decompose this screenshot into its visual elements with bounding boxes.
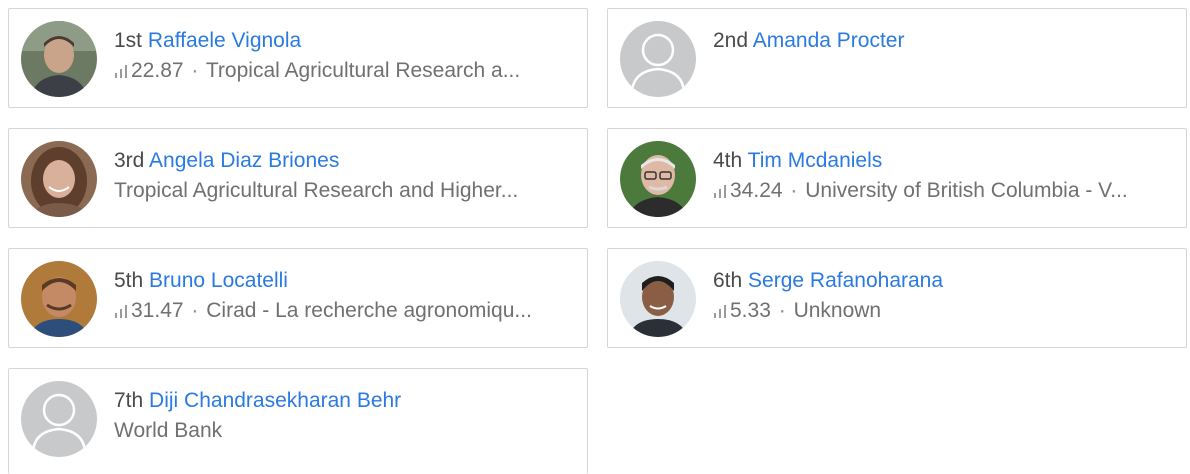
meta-line: 34.24 · University of British Columbia -… [713, 177, 1176, 205]
person-name-link[interactable]: Tim Mcdaniels [748, 149, 883, 172]
meta-line: Tropical Agricultural Research and Highe… [114, 177, 577, 205]
person-card: 3rd Angela Diaz Briones Tropical Agricul… [8, 128, 588, 228]
affiliation-text: Unknown [793, 299, 882, 322]
photo-avatar-icon[interactable] [21, 21, 97, 97]
photo-avatar-icon[interactable] [620, 261, 696, 337]
bar-chart-icon [114, 64, 128, 78]
bar-chart-icon [713, 304, 727, 318]
person-info: 7th Diji Chandrasekharan Behr World Bank [114, 387, 577, 445]
affiliation-text: University of British Columbia - V... [805, 179, 1128, 202]
person-card: 5th Bruno Locatelli 31.47 · Cirad - La r… [8, 248, 588, 348]
person-name-link[interactable]: Bruno Locatelli [149, 269, 288, 292]
photo-avatar-icon[interactable] [620, 141, 696, 217]
person-name-link[interactable]: Amanda Procter [753, 29, 905, 52]
separator: · [790, 179, 798, 202]
person-info: 3rd Angela Diaz Briones Tropical Agricul… [114, 147, 577, 205]
person-card: 7th Diji Chandrasekharan Behr World Bank [8, 368, 588, 474]
rank-label: 2nd [713, 29, 749, 52]
person-card: 1st Raffaele Vignola 22.87 · Tropical Ag… [8, 8, 588, 108]
meta-line: 22.87 · Tropical Agricultural Research a… [114, 57, 577, 85]
separator: · [191, 299, 199, 322]
default-avatar-icon[interactable] [21, 381, 97, 457]
person-card: 4th Tim Mcdaniels 34.24 · University of … [607, 128, 1187, 228]
person-name-link[interactable]: Diji Chandrasekharan Behr [149, 389, 401, 412]
rank-label: 4th [713, 149, 743, 172]
coauthor-grid: 1st Raffaele Vignola 22.87 · Tropical Ag… [8, 8, 1190, 474]
person-name-link[interactable]: Angela Diaz Briones [149, 149, 339, 172]
title-line: 7th Diji Chandrasekharan Behr [114, 387, 577, 415]
person-name-link[interactable]: Raffaele Vignola [148, 29, 301, 52]
photo-avatar-icon[interactable] [21, 141, 97, 217]
bar-chart-icon [713, 184, 727, 198]
affiliation-text: Cirad - La recherche agronomiqu... [206, 299, 532, 322]
title-line: 5th Bruno Locatelli [114, 267, 577, 295]
title-line: 4th Tim Mcdaniels [713, 147, 1176, 175]
person-info: 5th Bruno Locatelli 31.47 · Cirad - La r… [114, 267, 577, 325]
person-info: 2nd Amanda Procter [713, 27, 1176, 55]
separator: · [191, 59, 199, 82]
person-info: 6th Serge Rafanoharana 5.33 · Unknown [713, 267, 1176, 325]
title-line: 2nd Amanda Procter [713, 27, 1176, 55]
score-value: 5.33 [730, 299, 771, 322]
person-card: 2nd Amanda Procter [607, 8, 1187, 108]
person-info: 1st Raffaele Vignola 22.87 · Tropical Ag… [114, 27, 577, 85]
photo-avatar-icon[interactable] [21, 261, 97, 337]
title-line: 1st Raffaele Vignola [114, 27, 577, 55]
person-card: 6th Serge Rafanoharana 5.33 · Unknown [607, 248, 1187, 348]
rank-label: 6th [713, 269, 743, 292]
affiliation-text: Tropical Agricultural Research a... [205, 59, 521, 82]
rank-label: 7th [114, 389, 144, 412]
separator: · [778, 299, 786, 322]
person-name-link[interactable]: Serge Rafanoharana [748, 269, 943, 292]
person-info: 4th Tim Mcdaniels 34.24 · University of … [713, 147, 1176, 205]
rank-label: 5th [114, 269, 144, 292]
score-value: 22.87 [131, 59, 184, 82]
title-line: 3rd Angela Diaz Briones [114, 147, 577, 175]
rank-label: 1st [114, 29, 143, 52]
meta-line: World Bank [114, 417, 577, 445]
meta-line: 5.33 · Unknown [713, 297, 1176, 325]
rank-label: 3rd [114, 149, 145, 172]
score-value: 34.24 [730, 179, 783, 202]
score-value: 31.47 [131, 299, 184, 322]
title-line: 6th Serge Rafanoharana [713, 267, 1176, 295]
affiliation-text: Tropical Agricultural Research and Highe… [114, 179, 519, 202]
bar-chart-icon [114, 304, 128, 318]
affiliation-text: World Bank [114, 419, 223, 442]
meta-line: 31.47 · Cirad - La recherche agronomiqu.… [114, 297, 577, 325]
default-avatar-icon[interactable] [620, 21, 696, 97]
